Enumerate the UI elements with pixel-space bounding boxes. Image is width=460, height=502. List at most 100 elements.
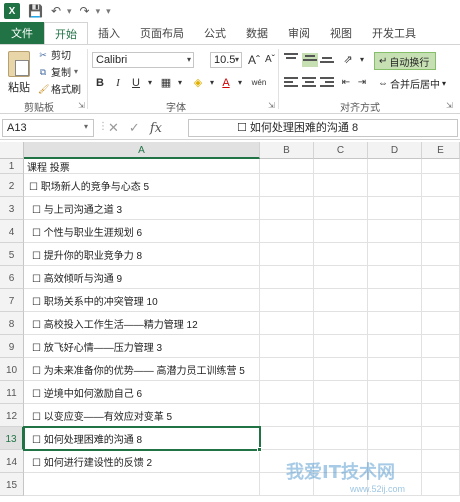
row-header[interactable]: 3 xyxy=(0,197,24,220)
row-header[interactable]: 2 xyxy=(0,174,24,197)
copy-button[interactable]: ⧉ 复制 ▾ xyxy=(38,64,78,80)
empty-cell[interactable] xyxy=(260,427,314,450)
align-left-icon[interactable] xyxy=(284,77,300,91)
empty-cell[interactable] xyxy=(368,404,422,427)
empty-cell[interactable] xyxy=(260,243,314,266)
merge-center-button[interactable]: ⇔ 合并后居中 ▾ xyxy=(374,75,454,91)
course-cell[interactable]: ☐ 个性与职业生涯规划 6 xyxy=(24,220,260,243)
empty-cell[interactable] xyxy=(368,289,422,312)
column-header-b[interactable]: B xyxy=(260,142,314,159)
save-icon[interactable]: 💾 xyxy=(28,4,43,18)
empty-cell[interactable] xyxy=(422,404,460,427)
clipboard-launcher-icon[interactable]: ⇲ xyxy=(78,101,85,110)
enter-icon[interactable]: ✓ xyxy=(129,120,140,136)
empty-cell[interactable] xyxy=(260,289,314,312)
header-cell[interactable]: 课程 投票 xyxy=(24,159,260,174)
tab-formulas[interactable]: 公式 xyxy=(194,22,236,44)
redo-dropdown-icon[interactable]: ▾ xyxy=(96,6,101,17)
row-header[interactable]: 12 xyxy=(0,404,24,427)
italic-button[interactable]: I xyxy=(110,75,126,91)
empty-cell[interactable] xyxy=(368,174,422,197)
empty-cell[interactable] xyxy=(260,381,314,404)
empty-cell[interactable] xyxy=(368,358,422,381)
empty-cell[interactable] xyxy=(368,159,422,174)
course-cell[interactable] xyxy=(24,473,260,496)
align-top-icon[interactable] xyxy=(284,53,300,67)
empty-cell[interactable] xyxy=(422,220,460,243)
font-launcher-icon[interactable]: ⇲ xyxy=(268,101,275,110)
empty-cell[interactable] xyxy=(368,197,422,220)
row-header[interactable]: 11 xyxy=(0,381,24,404)
underline-dropdown-icon[interactable]: ▾ xyxy=(142,75,158,91)
font-name-select[interactable]: Calibri ▾ xyxy=(92,52,194,68)
undo-icon[interactable]: ↶ xyxy=(51,4,61,18)
empty-cell[interactable] xyxy=(368,381,422,404)
course-cell[interactable]: ☐ 职场关系中的冲突管理 10 xyxy=(24,289,260,312)
empty-cell[interactable] xyxy=(422,427,460,450)
select-all-corner[interactable] xyxy=(0,142,24,159)
course-cell[interactable]: ☐ 如何进行建设性的反馈 2 xyxy=(24,450,260,473)
empty-cell[interactable] xyxy=(422,266,460,289)
empty-cell[interactable] xyxy=(314,381,368,404)
course-cell[interactable]: ☐ 提升你的职业竞争力 8 xyxy=(24,243,260,266)
empty-cell[interactable] xyxy=(314,266,368,289)
borders-dropdown-icon[interactable]: ▾ xyxy=(172,75,188,91)
customize-qat-icon[interactable]: ▾ xyxy=(106,6,111,17)
row-header[interactable]: 7 xyxy=(0,289,24,312)
empty-cell[interactable] xyxy=(368,312,422,335)
empty-cell[interactable] xyxy=(260,335,314,358)
column-header-c[interactable]: C xyxy=(314,142,368,159)
decrease-indent-icon[interactable]: ⇤ xyxy=(338,75,354,91)
increase-indent-icon[interactable]: ⇥ xyxy=(354,75,370,91)
empty-cell[interactable] xyxy=(314,174,368,197)
copy-dropdown-icon[interactable]: ▾ xyxy=(74,67,78,76)
empty-cell[interactable] xyxy=(422,289,460,312)
row-header[interactable]: 1 xyxy=(0,159,24,174)
row-header[interactable]: 9 xyxy=(0,335,24,358)
empty-cell[interactable] xyxy=(422,312,460,335)
empty-cell[interactable] xyxy=(422,473,460,496)
row-header[interactable]: 14 xyxy=(0,450,24,473)
tab-page-layout[interactable]: 页面布局 xyxy=(130,22,194,44)
name-box[interactable]: A13 xyxy=(2,119,94,137)
empty-cell[interactable] xyxy=(314,358,368,381)
tab-review[interactable]: 审阅 xyxy=(278,22,320,44)
row-header[interactable]: 8 xyxy=(0,312,24,335)
phonetic-guide-button[interactable]: wén xyxy=(248,75,270,91)
empty-cell[interactable] xyxy=(314,243,368,266)
tab-view[interactable]: 视图 xyxy=(320,22,362,44)
empty-cell[interactable] xyxy=(422,450,460,473)
format-painter-button[interactable]: 🖌 格式刷 xyxy=(38,81,81,97)
course-cell[interactable]: ☐ 与上司沟通之道 3 xyxy=(24,197,260,220)
tab-insert[interactable]: 插入 xyxy=(88,22,130,44)
course-cell[interactable]: ☐ 职场新人的竞争与心态 5 xyxy=(24,174,260,197)
course-cell[interactable]: ☐ 放飞好心情——压力管理 3 xyxy=(24,335,260,358)
row-header[interactable]: 13 xyxy=(0,427,24,450)
row-header[interactable]: 4 xyxy=(0,220,24,243)
empty-cell[interactable] xyxy=(422,174,460,197)
insert-function-icon[interactable]: fx xyxy=(150,121,162,136)
empty-cell[interactable] xyxy=(314,289,368,312)
course-cell[interactable]: ☐ 如何处理困难的沟通 8 xyxy=(24,427,260,450)
empty-cell[interactable] xyxy=(314,312,368,335)
empty-cell[interactable] xyxy=(260,220,314,243)
empty-cell[interactable] xyxy=(422,197,460,220)
cut-button[interactable]: ✂ 剪切 xyxy=(38,47,71,63)
course-cell[interactable]: ☐ 逆境中如何激励自己 6 xyxy=(24,381,260,404)
empty-cell[interactable] xyxy=(260,312,314,335)
empty-cell[interactable] xyxy=(314,404,368,427)
column-header-a[interactable]: A xyxy=(24,142,260,159)
empty-cell[interactable] xyxy=(260,197,314,220)
empty-cell[interactable] xyxy=(368,427,422,450)
course-cell[interactable]: ☐ 高效倾听与沟通 9 xyxy=(24,266,260,289)
align-center-icon[interactable] xyxy=(302,77,318,91)
redo-icon[interactable]: ↷ xyxy=(80,4,90,18)
align-right-icon[interactable] xyxy=(320,77,336,91)
empty-cell[interactable] xyxy=(422,243,460,266)
tab-developer[interactable]: 开发工具 xyxy=(362,22,426,44)
course-cell[interactable]: ☐ 高校投入工作生活——精力管理 12 xyxy=(24,312,260,335)
empty-cell[interactable] xyxy=(422,159,460,174)
bold-button[interactable]: B xyxy=(92,75,108,91)
column-header-e[interactable]: E xyxy=(422,142,460,159)
cancel-icon[interactable]: ✕ xyxy=(108,120,119,136)
